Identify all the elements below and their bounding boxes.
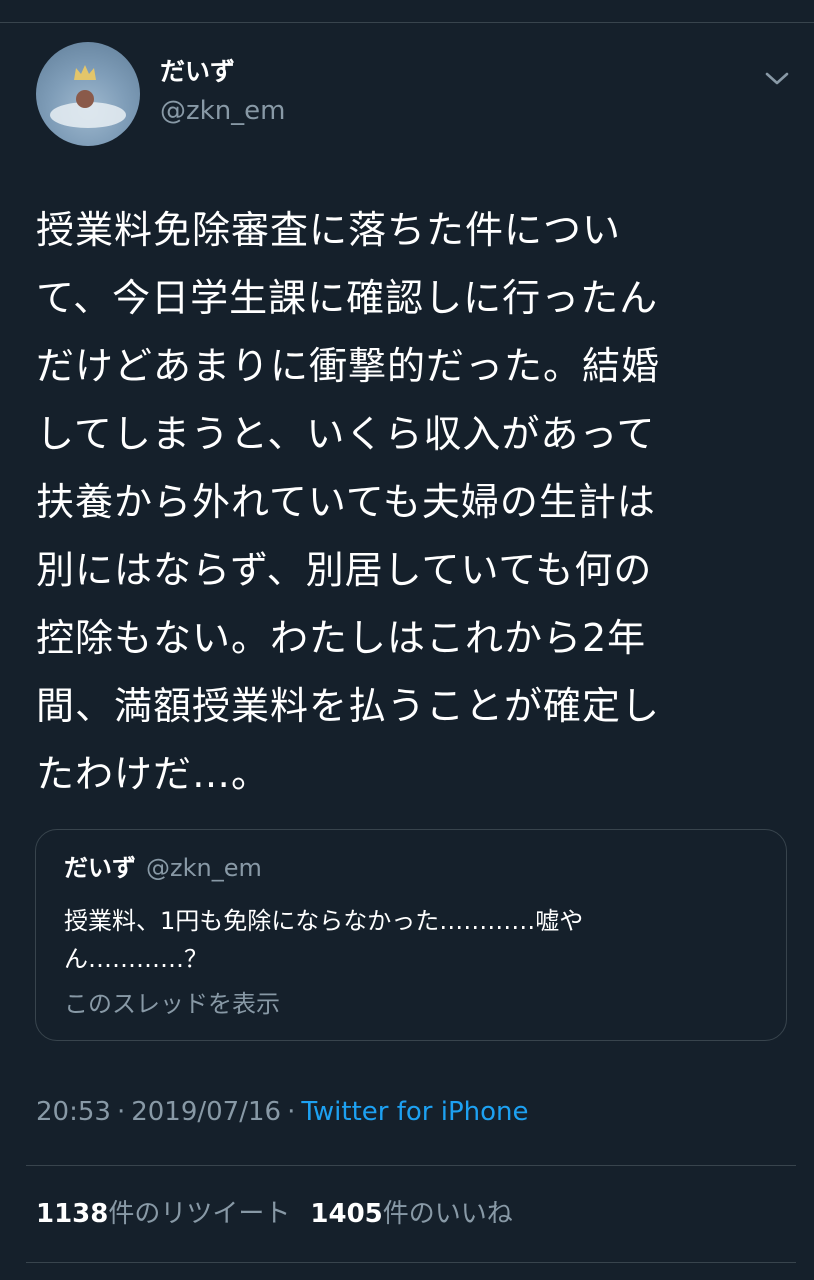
tweet-line: してしまうと、いくら収入があって (36, 412, 656, 456)
tweet-line: 授業料免除審査に落ちた件につい (36, 208, 622, 252)
divider (26, 1262, 796, 1263)
chevron-down-icon[interactable] (762, 66, 792, 90)
quoted-tweet-line: 授業料、1円も免除にならなかった…………嘘や (64, 907, 584, 935)
likes-label: 件のいいね (382, 1199, 513, 1229)
meta-separator: · (287, 1097, 296, 1127)
quoted-tweet-header: だいず @zkn_em (64, 852, 262, 887)
top-divider (0, 22, 814, 23)
tweet-line: 別にはならず、別居していても何の (36, 548, 653, 592)
tweet-line: 控除もない。わたしはこれから2年 (36, 616, 647, 660)
tweet-date: 2019/07/16 (131, 1097, 282, 1127)
quoted-tweet-text: 授業料、1円も免除にならなかった…………嘘や ん…………？ (64, 902, 754, 978)
quoted-display-name: だいず (64, 854, 136, 882)
likes-stat[interactable]: 1405件のいいね (310, 1196, 512, 1232)
tweet-line: だけどあまりに衝撃的だった。結婚 (36, 344, 661, 388)
tweet-time: 20:53 (36, 1097, 111, 1127)
quoted-tweet-card[interactable]: だいず @zkn_em 授業料、1円も免除にならなかった…………嘘や ん…………？… (35, 829, 787, 1041)
retweets-label: 件のリツイート (108, 1199, 291, 1229)
tweet-line: て、今日学生課に確認しに行ったん (36, 276, 659, 320)
likes-count: 1405 (310, 1199, 383, 1229)
figure-shape (76, 90, 94, 108)
tweet-text: 授業料免除審査に落ちた件につい て、今日学生課に確認しに行ったん だけどあまりに… (36, 196, 786, 808)
divider (26, 1165, 796, 1166)
author-handle[interactable]: @zkn_em (160, 94, 286, 128)
show-thread-link[interactable]: このスレッドを表示 (64, 988, 280, 1020)
tweet-line: たわけだ…。 (36, 752, 271, 796)
quoted-tweet-line: ん…………？ (64, 945, 208, 973)
tweet-meta: 20:53 · 2019/07/16 · Twitter for iPhone (36, 1094, 529, 1130)
tweet-line: 間、満額授業料を払うことが確定し (36, 684, 661, 728)
tweet-line: 扶養から外れていても夫婦の生計は (36, 480, 656, 524)
tweet-stats: 1138件のリツイート 1405件のいいね (36, 1196, 513, 1232)
quoted-handle: @zkn_em (146, 854, 262, 882)
crown-icon (74, 65, 96, 80)
author-display-name[interactable]: だいず (160, 56, 235, 88)
meta-separator: · (116, 1097, 126, 1127)
retweets-stat[interactable]: 1138件のリツイート (36, 1196, 290, 1232)
tweet-client-link[interactable]: Twitter for iPhone (301, 1097, 528, 1127)
author-avatar[interactable] (36, 42, 140, 146)
retweets-count: 1138 (36, 1199, 109, 1229)
